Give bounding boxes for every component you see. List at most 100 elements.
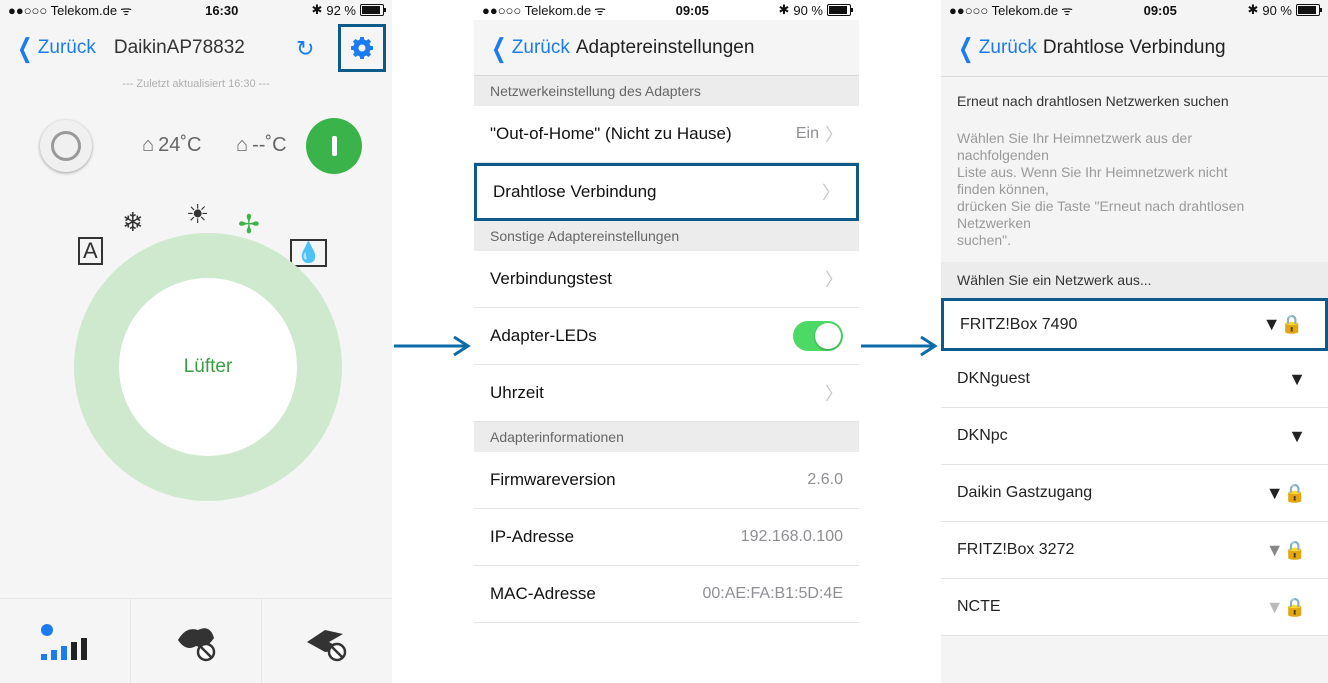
nav-bar: ❮ Zurück Adaptereinstellungen: [474, 20, 859, 76]
outdoor-thermometer-icon: ⌂: [236, 134, 249, 156]
outdoor-temp: ⌂ --˚C: [236, 134, 287, 156]
clock: 16:30: [205, 2, 239, 18]
network-row[interactable]: DKNguest ▼: [941, 351, 1328, 408]
battery-icon: [826, 4, 853, 16]
section-header: Adapterinformationen: [474, 422, 859, 452]
power-icon: [331, 136, 337, 156]
gear-icon: [351, 37, 373, 59]
network-name: DKNguest: [957, 370, 1030, 387]
wifi-lock-icon: ▼🔒: [1265, 539, 1306, 560]
fan-speed-icon: [41, 623, 87, 660]
wifi-lock-icon: ▼🔒: [1262, 314, 1303, 334]
time-row[interactable]: Uhrzeit 〉: [474, 365, 859, 422]
network-name: Daikin Gastzugang: [957, 484, 1093, 501]
connection-test-row[interactable]: Verbindungstest 〉: [474, 251, 859, 308]
out-of-home-row[interactable]: "Out-of-Home" (Nicht zu Hause) Ein 〉: [474, 106, 859, 163]
carrier: ●●○○○ Telekom.de ᯤ: [8, 2, 132, 19]
wifi-icon: ▼: [1288, 368, 1306, 389]
power-on-button[interactable]: [306, 118, 362, 174]
refresh-icon[interactable]: ↻: [296, 36, 314, 62]
network-row[interactable]: FRITZ!Box 3272 ▼🔒: [941, 522, 1328, 579]
status-bar: ●●○○○ Telekom.de ᯤ 16:30 ✱ 92 %: [0, 0, 392, 20]
network-row[interactable]: DKNpc ▼: [941, 408, 1328, 465]
arrow-right-icon: [861, 335, 938, 357]
circle-icon: [51, 131, 81, 161]
leds-toggle[interactable]: [793, 321, 843, 351]
arrow-right-icon: [394, 335, 471, 357]
auto-mode-icon[interactable]: A: [78, 237, 103, 265]
indoor-temp: ⌂ 24˚C: [142, 134, 202, 156]
row-value: Ein: [795, 125, 819, 142]
rescan-button[interactable]: Erneut nach drahtlosen Netzwerken suchen: [941, 93, 1328, 109]
row-value: 2.6.0: [807, 471, 843, 488]
fan-speed-button[interactable]: [0, 599, 131, 683]
status-bar: ●●○○○ Telekom.de ᯤ 09:05 ✱ 90 %: [941, 0, 1328, 20]
mac-address-row: MAC-Adresse 00:AE:FA:B1:5D:4E: [474, 566, 859, 623]
temperature-panel: ⌂ 24˚C ⌂ --˚C: [0, 112, 392, 176]
section-header: Sonstige Adaptereinstellungen: [474, 221, 859, 251]
snowflake-icon[interactable]: ❄: [122, 207, 144, 238]
section-header: Netzwerkeinstellung des Adapters: [474, 76, 859, 106]
row-label: Drahtlose Verbindung: [493, 182, 657, 201]
choose-network-header: Wählen Sie ein Netzwerk aus...: [941, 262, 1328, 298]
wifi-icon: ᯤ: [120, 3, 132, 18]
mode-label: Lüfter: [119, 278, 297, 456]
fan-icon[interactable]: ✢: [238, 209, 260, 240]
wireless-connection-row[interactable]: Drahtlose Verbindung 〉: [474, 163, 859, 221]
network-name: DKNpc: [957, 427, 1008, 444]
network-row[interactable]: Daikin Gastzugang ▼🔒: [941, 465, 1328, 522]
powerful-off-icon: [178, 627, 216, 661]
network-name: FRITZ!Box 3272: [957, 541, 1075, 558]
row-label: "Out-of-Home" (Nicht zu Hause): [490, 124, 732, 143]
battery-icon: [1295, 4, 1322, 16]
chevron-right-icon: 〉: [825, 125, 843, 145]
row-label: MAC-Adresse: [490, 584, 596, 603]
carrier: ●●○○○ Telekom.de ᯤ: [949, 2, 1073, 19]
chevron-right-icon: 〉: [825, 270, 843, 290]
chevron-left-icon: ❮: [958, 33, 974, 63]
wifi-lock-icon: ▼🔒: [1265, 482, 1306, 503]
network-row[interactable]: NCTE ▼🔒: [941, 579, 1328, 636]
ip-address-row: IP-Adresse 192.168.0.100: [474, 509, 859, 566]
battery-icon: [359, 4, 386, 16]
chevron-right-icon: 〉: [825, 384, 843, 404]
bluetooth-icon: ✱: [311, 2, 323, 17]
sun-icon[interactable]: ☀: [186, 199, 209, 230]
row-label: IP-Adresse: [490, 527, 575, 546]
nav-bar: ❮ Zurück Drahtlose Verbindung: [941, 20, 1328, 77]
carrier: ●●○○○ Telekom.de ᯤ: [482, 2, 606, 19]
dry-mode-icon[interactable]: 💧: [290, 239, 327, 267]
chevron-left-icon: ❮: [17, 33, 33, 63]
econo-mode-button[interactable]: [262, 599, 392, 683]
network-row[interactable]: FRITZ!Box 7490 ▼🔒: [941, 298, 1328, 351]
clock: 09:05: [675, 2, 709, 18]
status-bar: ●●○○○ Telekom.de ᯤ 09:05 ✱ 90 %: [474, 0, 859, 20]
phone-wireless-connection: ●●○○○ Telekom.de ᯤ 09:05 ✱ 90 % ❮ Zurück D…: [941, 0, 1328, 683]
mode-ring[interactable]: Lüfter: [74, 233, 342, 501]
wifi-icon: ᯤ: [594, 3, 606, 18]
battery-status: ✱ 90 %: [1247, 2, 1322, 18]
settings-button[interactable]: [338, 24, 386, 72]
network-name: FRITZ!Box 7490: [960, 315, 1078, 333]
battery-status: ✱ 90 %: [778, 2, 853, 18]
back-button[interactable]: ❮ Zurück: [14, 35, 96, 61]
back-button[interactable]: ❮ Zurück: [488, 35, 570, 61]
power-off-button[interactable]: [40, 120, 92, 172]
back-button[interactable]: ❮ Zurück: [955, 35, 1037, 61]
powerful-mode-button[interactable]: [131, 599, 262, 683]
bottom-toolbar: [0, 598, 392, 683]
firmware-row: Firmwareversion 2.6.0: [474, 452, 859, 509]
phone-daikin-main: ●●○○○ Telekom.de ᯤ 16:30 ✱ 92 % ❮ Zurück D…: [0, 0, 392, 683]
bluetooth-icon: ✱: [778, 2, 790, 17]
nav-bar: ❮ Zurück DaikinAP78832: [0, 20, 392, 76]
page-title: DaikinAP78832: [113, 37, 245, 58]
bluetooth-icon: ✱: [1247, 2, 1259, 17]
row-label: Verbindungstest: [490, 269, 612, 288]
page-title: Drahtlose Verbindung: [1042, 37, 1226, 58]
chevron-right-icon: 〉: [822, 183, 840, 203]
battery-status: ✱ 92 %: [311, 2, 386, 18]
phone-adapter-settings: ●●○○○ Telekom.de ᯤ 09:05 ✱ 90 % ❮ Zurück A…: [474, 0, 859, 683]
econo-off-icon: [307, 629, 347, 661]
row-label: Uhrzeit: [490, 383, 544, 402]
house-thermometer-icon: ⌂: [142, 134, 155, 156]
